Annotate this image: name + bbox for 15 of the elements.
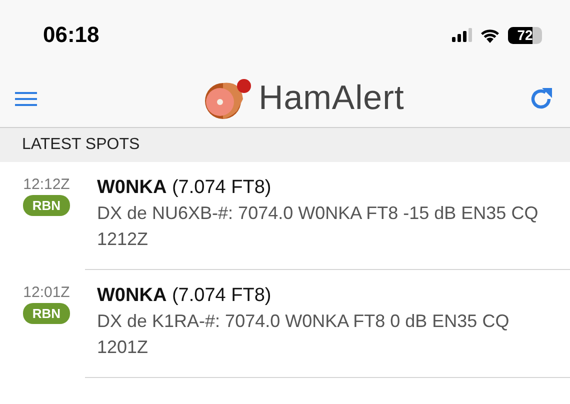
spot-detail: DX de K1RA-#: 7074.0 W0NKA FT8 0 dB EN35 CQ 1201Z bbox=[97, 310, 510, 359]
spot-time: 12:12Z bbox=[23, 176, 70, 193]
spot-detail: DX de NU6XB-#: 7074.0 W0NKA FT8 -15 dB EN35 CQ 1212Z bbox=[97, 202, 540, 251]
spot-headline: W0NKA (7.074 FT8) bbox=[97, 176, 272, 200]
signal-icon bbox=[452, 28, 472, 42]
spot-headline: W0NKA (7.074 FT8) bbox=[97, 284, 272, 308]
source-badge: RBN bbox=[23, 303, 70, 324]
battery-icon: 72 bbox=[508, 26, 542, 44]
menu-icon[interactable] bbox=[15, 90, 37, 106]
section-title: LATEST SPOTS bbox=[22, 136, 140, 154]
wifi-icon bbox=[480, 28, 500, 42]
status-time: 06:18 bbox=[43, 22, 100, 48]
spot-time: 12:01Z bbox=[23, 284, 70, 301]
app-title: HamAlert bbox=[258, 79, 404, 118]
source-badge: RBN bbox=[23, 195, 70, 216]
